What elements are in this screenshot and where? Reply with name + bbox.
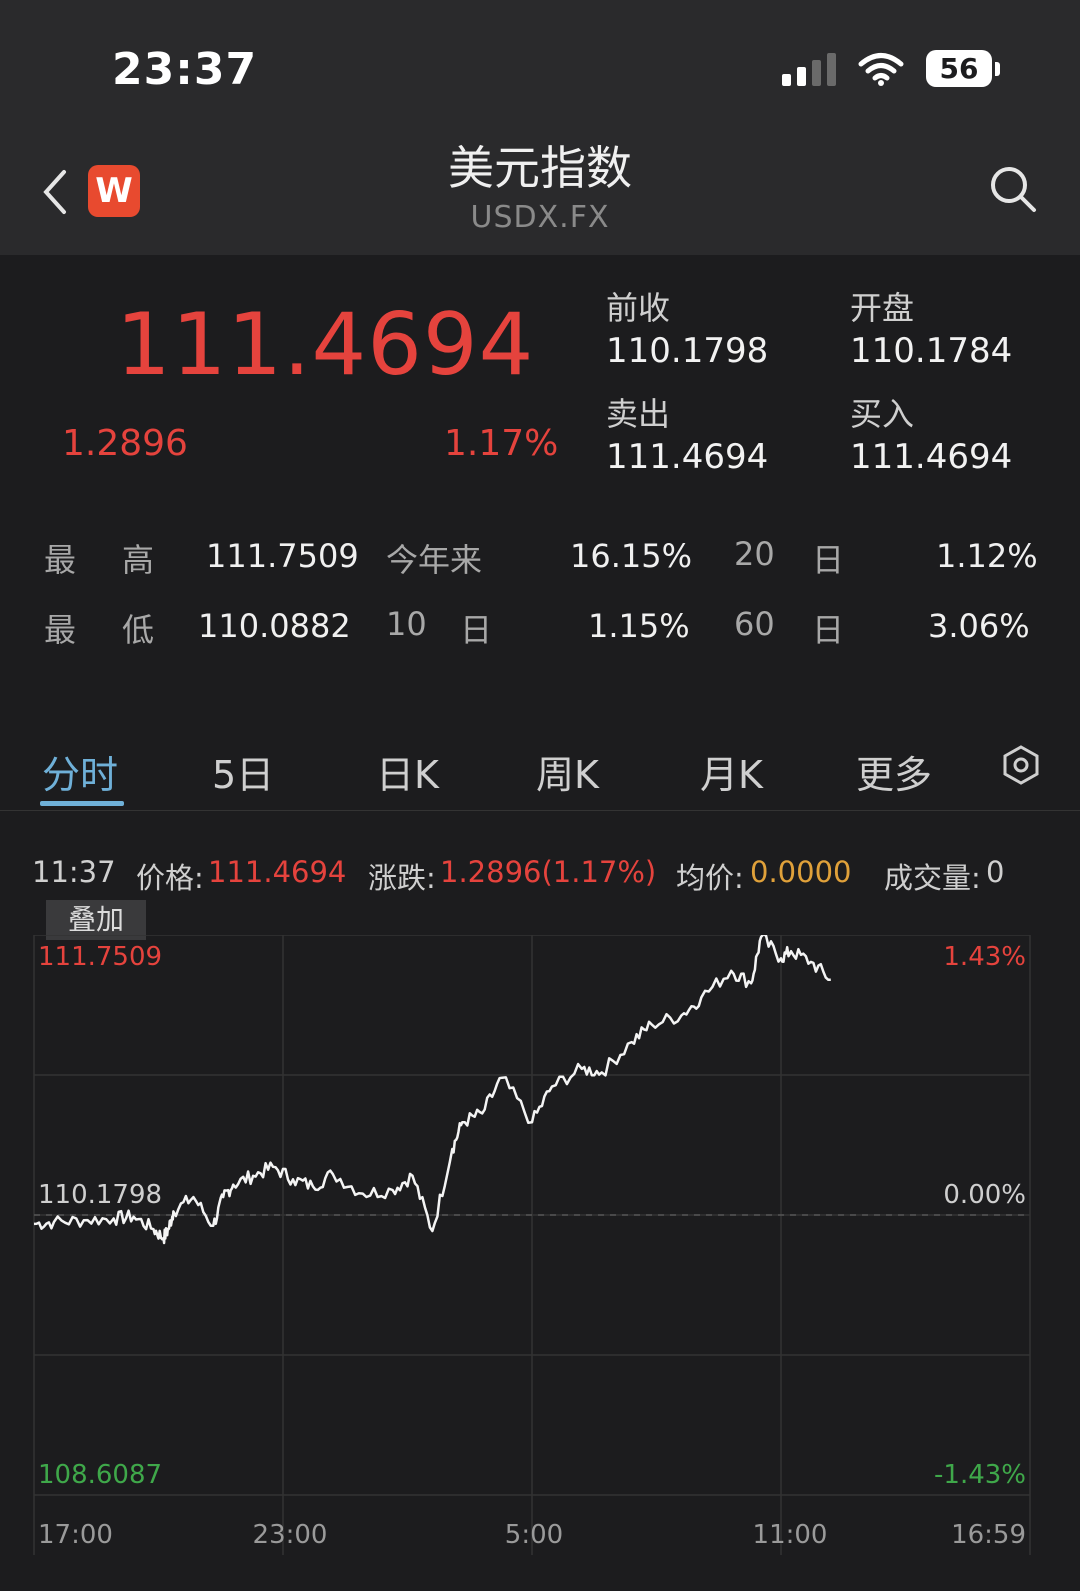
stat-10d-label-1: 10 [386,605,427,643]
chart-grid [33,935,1031,1555]
stat-60d-label-1: 60 [734,605,775,643]
ask-label: 买入 [850,395,915,433]
stat-10d-label-2: 日 [460,611,493,649]
info-price-value: 111.4694 [208,855,347,889]
info-change-value: 1.2896(1.17%) [440,855,657,889]
stat-ytd-value: 16.15% [570,537,693,575]
info-change-label: 涨跌: [368,861,436,895]
stat-low-value: 110.0882 [198,607,351,645]
tab-more[interactable]: 更多 [856,744,932,799]
y-tick-right-high: 1.43% [943,942,1026,972]
info-price-label: 价格: [136,861,204,895]
wifi-icon [858,52,904,86]
tab-5day[interactable]: 5日 [212,744,274,799]
stat-low-label-2: 低 [122,611,155,649]
info-volume-value: 0 [986,855,1005,889]
open-value: 110.1784 [850,331,1013,371]
info-avg-value: 0.0000 [750,855,852,889]
status-bar: 23:37 56 [0,0,1080,140]
battery-level: 56 [926,50,992,87]
stat-high-label-2: 高 [122,541,155,579]
current-price: 111.4694 [116,295,535,395]
stat-60d-label-2: 日 [812,611,845,649]
prev-close-label: 前收 [606,289,671,327]
active-tab-indicator [40,801,124,806]
cellular-signal-icon [782,52,836,86]
stat-20d-label-2: 日 [812,541,845,579]
open-label: 开盘 [850,289,915,327]
overlay-button[interactable]: 叠加 [46,900,146,940]
price-change-percent: 1.17% [444,423,559,464]
tab-monthly-k[interactable]: 月K [700,744,763,799]
x-tick-label: 5:00 [505,1520,563,1550]
stat-ytd-label: 今年来 [386,541,483,579]
y-tick-right-low: -1.43% [934,1460,1026,1490]
search-icon[interactable] [986,162,1040,216]
chart-info-row: 11:37 价格: 111.4694 涨跌: 1.2896(1.17%) 均价:… [0,855,1080,895]
quote-panel: 111.4694 1.2896 1.17% 前收 110.1798 开盘 110… [0,255,1080,725]
y-tick-right-base: 0.00% [943,1180,1026,1210]
tab-intraday[interactable]: 分时 [42,744,118,799]
page-title: 美元指数 [448,141,632,195]
info-volume-label: 成交量: [884,861,981,895]
settings-icon[interactable] [1000,744,1042,786]
intraday-chart: 111.7509 110.1798 108.6087 1.43% 0.00% -1.43%… [33,935,1031,1555]
x-tick-label: 11:00 [753,1520,828,1550]
x-tick-label: 17:00 [38,1520,113,1550]
y-tick-left-base: 110.1798 [38,1180,162,1210]
chart-period-tabs: 分时 5日 日K 周K 月K 更多 [0,730,1080,811]
y-tick-left-high: 111.7509 [38,942,162,972]
status-time: 23:37 [112,44,258,95]
x-tick-label: 23:00 [253,1520,328,1550]
bid-value: 111.4694 [606,437,769,477]
y-tick-left-low: 108.6087 [38,1460,162,1490]
ask-value: 111.4694 [850,437,1013,477]
status-icons: 56 [782,50,1000,87]
tab-weekly-k[interactable]: 周K [536,744,599,799]
info-time: 11:37 [32,855,116,889]
stat-high-label-1: 最 [44,541,77,579]
bid-label: 卖出 [606,395,671,433]
stat-low-label-1: 最 [44,611,77,649]
tab-daily-k[interactable]: 日K [376,744,439,799]
stat-60d-value: 3.06% [928,607,1030,645]
page-subtitle: USDX.FX [470,200,610,235]
nav-bar: W 美元指数 USDX.FX [0,140,1080,255]
info-avg-label: 均价: [676,861,744,895]
price-change: 1.2896 [62,423,188,464]
prev-close-value: 110.1798 [606,331,769,371]
stat-high-value: 111.7509 [206,537,359,575]
stat-10d-value: 1.15% [588,607,690,645]
battery-icon: 56 [926,50,1000,87]
x-tick-label: 16:59 [951,1520,1026,1550]
stat-20d-label-1: 20 [734,535,775,573]
stat-20d-value: 1.12% [936,537,1038,575]
